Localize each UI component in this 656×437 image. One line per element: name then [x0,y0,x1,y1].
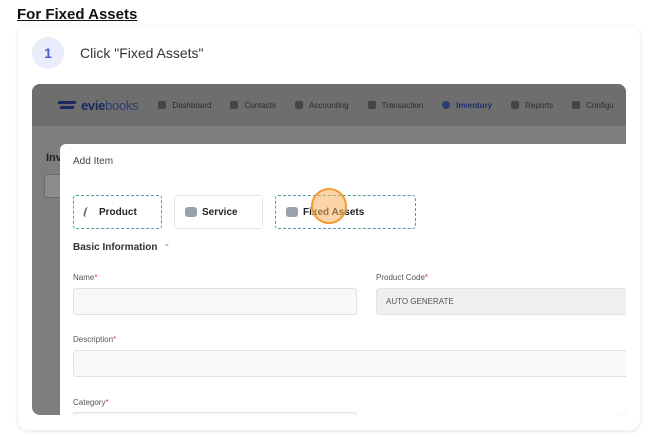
pen-icon [82,207,96,217]
basic-information-section[interactable]: Basic Information ⌃ [73,242,170,253]
nav-label: Dashboard [172,100,212,110]
nav-label: Inventory [456,100,493,110]
required-mark: * [424,273,429,282]
nav-item-transaction[interactable]: Transaction [367,100,424,110]
step-header: 1 Click "Fixed Assets" [32,36,204,70]
app-top-nav: eviebooks Dashboard Contacts Accounting … [32,84,626,126]
transaction-icon [367,101,376,109]
label-text: Category [73,398,106,407]
config-icon [572,101,581,109]
nav-label: Configu [586,100,614,110]
description-label: Description* [73,335,116,344]
required-mark: * [94,273,98,282]
product-type-button[interactable]: Product [73,195,162,229]
add-item-modal: Add Item Product Service Fixed Assets Ba… [60,144,626,415]
modal-title: Add Item [73,156,114,167]
nav-item-contacts[interactable]: Contacts [230,101,276,110]
category-select[interactable] [73,412,357,415]
description-input[interactable] [73,350,626,377]
app-logo[interactable]: eviebooks [58,97,139,113]
nav-label: Accounting [309,100,349,110]
dashboard-icon [158,101,167,109]
app-screenshot: eviebooks Dashboard Contacts Accounting … [32,84,626,415]
page: For Fixed Assets 1 Click "Fixed Assets" … [0,0,656,437]
contacts-icon [230,101,239,109]
product-code-input: AUTO GENERATE [376,288,626,315]
logo-light-text: books [105,97,139,113]
reports-icon [511,101,520,109]
required-mark: * [105,398,109,407]
step-number-badge: 1 [32,37,64,69]
product-code-label: Product Code* [376,273,428,282]
chevron-up-icon: ⌃ [163,243,171,252]
label-text: Description [73,335,114,344]
category-label: Category* [73,398,109,407]
nav-item-dashboard[interactable]: Dashboard [158,101,211,110]
service-type-button[interactable]: Service [174,195,263,229]
nav-label: Transaction [381,100,424,110]
nav-item-configuration[interactable]: Configu [572,101,614,110]
type-label: Service [202,206,238,218]
name-input[interactable] [73,288,357,315]
accounting-icon [295,101,304,109]
nav-label: Contacts [244,100,277,110]
required-mark: * [113,335,117,344]
nav-item-inventory[interactable]: Inventory [442,101,492,110]
box-icon [185,207,197,217]
nav-label: Reports [525,100,554,110]
type-label: Product [99,206,137,218]
page-heading: For Fixed Assets [17,6,138,23]
section-title: Basic Information [73,242,158,253]
logo-mark-icon [58,99,78,111]
label-text: Product Code [376,273,425,282]
nav-item-accounting[interactable]: Accounting [295,101,349,110]
name-label: Name* [73,273,97,282]
click-highlight-marker [311,188,347,224]
step-instruction: Click "Fixed Assets" [80,45,204,61]
label-text: Name [73,273,95,282]
inventory-icon [442,101,451,109]
nav-item-reports[interactable]: Reports [511,101,553,110]
logo-bold-text: evie [81,97,106,113]
box-icon [286,207,298,217]
step-card: 1 Click "Fixed Assets" eviebooks Dashboa… [18,26,640,430]
